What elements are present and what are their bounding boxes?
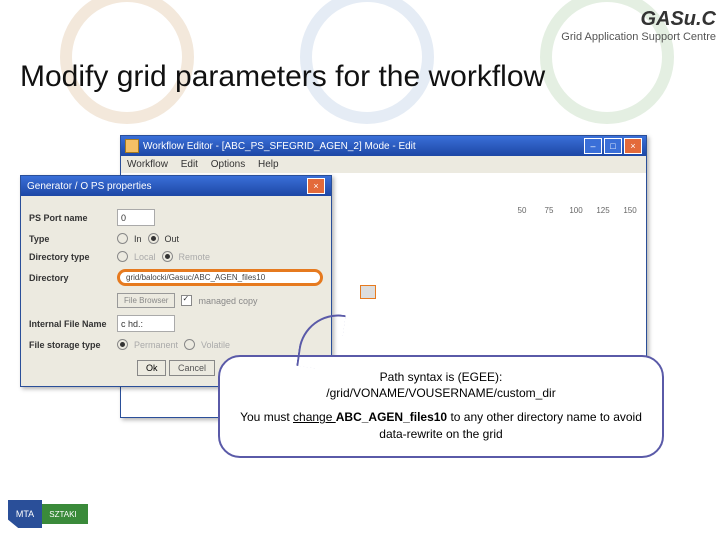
properties-close-button[interactable]: × xyxy=(307,178,325,194)
menu-workflow[interactable]: Workflow xyxy=(127,159,168,170)
managed-copy-checkbox[interactable] xyxy=(181,295,192,306)
portname-input[interactable]: 0 xyxy=(117,209,155,226)
type-label: Type xyxy=(29,234,117,244)
cancel-button[interactable]: Cancel xyxy=(169,360,215,376)
editor-title: Workflow Editor - [ABC_PS_SFEGRID_AGEN_2… xyxy=(143,141,416,152)
footer-logos: MTA SZTAKI xyxy=(8,500,88,528)
instruction-callout: Path syntax is (EGEE): /grid/VONAME/VOUS… xyxy=(218,355,664,458)
storage-type-label: File storage type xyxy=(29,340,117,350)
ok-button[interactable]: Ok xyxy=(137,360,167,376)
storage-volatile-radio[interactable] xyxy=(184,339,195,350)
workflow-node-icon[interactable] xyxy=(360,285,376,299)
type-out-radio[interactable] xyxy=(148,233,159,244)
mta-logo: MTA xyxy=(8,500,42,528)
properties-titlebar[interactable]: Generator / O PS properties × xyxy=(21,176,331,196)
type-in-radio[interactable] xyxy=(117,233,128,244)
properties-title: Generator / O PS properties xyxy=(27,181,152,192)
editor-titlebar[interactable]: Workflow Editor - [ABC_PS_SFEGRID_AGEN_2… xyxy=(121,136,646,156)
menu-options[interactable]: Options xyxy=(211,159,245,170)
branding-header: GASu.C Grid Application Support Centre xyxy=(452,0,720,51)
callout-line2: /grid/VONAME/VOUSERNAME/custom_dir xyxy=(236,385,646,401)
slide-title: Modify grid parameters for the workflow xyxy=(20,60,545,94)
logo-text: GASu.C xyxy=(456,8,716,31)
callout-line1: Path syntax is (EGEE): xyxy=(236,369,646,385)
callout-line3: You must change ABC_AGEN_files10 to any … xyxy=(236,409,646,441)
managed-copy-label: managed copy xyxy=(198,296,257,306)
internal-filename-label: Internal File Name xyxy=(29,319,117,329)
directory-input[interactable]: grid/balocki/Gasuc/ABC_AGEN_files10 xyxy=(117,269,323,286)
maximize-button[interactable]: □ xyxy=(604,138,622,154)
directory-label: Directory xyxy=(29,273,117,283)
close-button[interactable]: × xyxy=(624,138,642,154)
internal-filename-input[interactable]: c hd.: xyxy=(117,315,175,332)
dirtype-local-radio[interactable] xyxy=(117,251,128,262)
editor-menubar: Workflow Edit Options Help xyxy=(121,156,646,173)
menu-help[interactable]: Help xyxy=(258,159,279,170)
file-browser-button[interactable]: File Browser xyxy=(117,293,175,308)
sztaki-logo: SZTAKI xyxy=(38,504,88,524)
dirtype-label: Directory type xyxy=(29,252,117,262)
dirtype-remote-radio[interactable] xyxy=(162,251,173,262)
storage-permanent-radio[interactable] xyxy=(117,339,128,350)
menu-edit[interactable]: Edit xyxy=(181,159,198,170)
app-icon xyxy=(125,139,139,153)
minimize-button[interactable]: – xyxy=(584,138,602,154)
portname-label: PS Port name xyxy=(29,213,117,223)
logo-tagline: Grid Application Support Centre xyxy=(456,31,716,43)
